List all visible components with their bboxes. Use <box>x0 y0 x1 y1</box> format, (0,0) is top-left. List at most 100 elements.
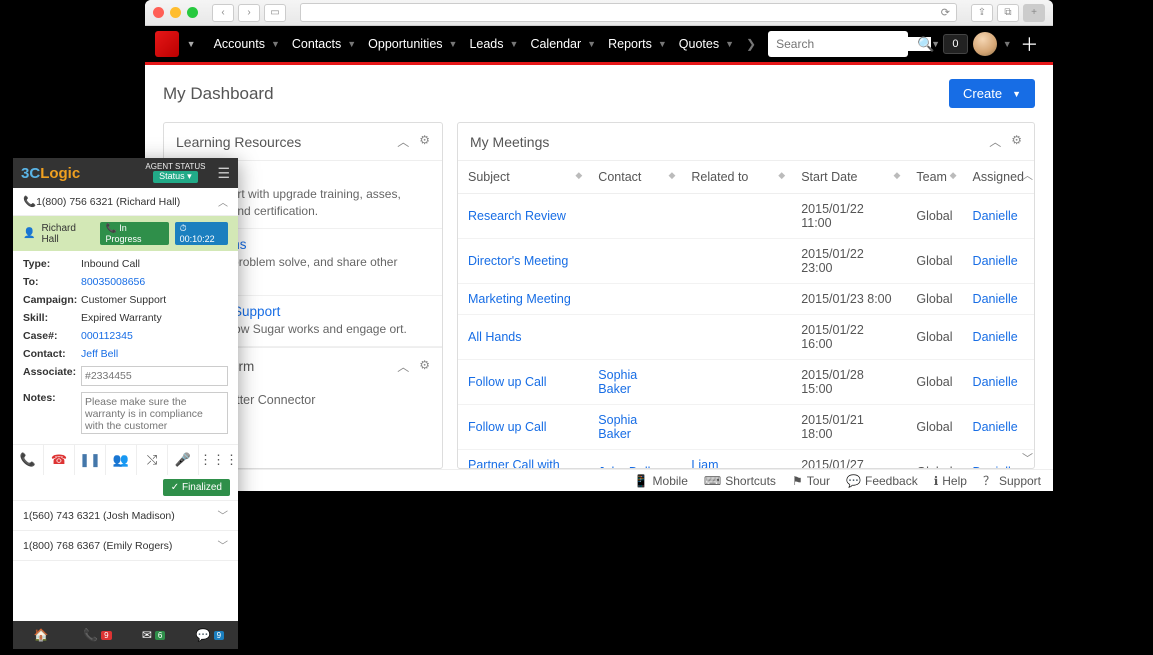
notification-count[interactable]: 0 <box>943 34 967 54</box>
subject-cell[interactable]: Follow up Call <box>458 405 588 450</box>
menu-opportunities[interactable]: Opportunities▼ <box>364 37 461 51</box>
table-row[interactable]: Follow up CallSophia Baker2015/01/28 15:… <box>458 360 1034 405</box>
table-row[interactable]: Follow up CallSophia Baker2015/01/21 18:… <box>458 405 1034 450</box>
gear-icon[interactable]: ⚙ <box>1011 133 1022 150</box>
zoom-window-icon[interactable] <box>187 7 198 18</box>
menu-quotes[interactable]: Quotes▼ <box>675 37 738 51</box>
table-row[interactable]: Partner Call with B...John DellLiam Hend… <box>458 450 1034 469</box>
menu-more[interactable]: ❯ <box>742 37 760 51</box>
logo-dropdown-icon[interactable]: ▼ <box>187 39 196 49</box>
contact-cell[interactable] <box>588 239 681 284</box>
chevron-down-icon[interactable]: ▼ <box>1003 39 1012 49</box>
field-value-link[interactable]: 80035008656 <box>81 276 228 288</box>
chat-tab[interactable]: 💬9 <box>182 628 238 642</box>
subject-cell[interactable]: All Hands <box>458 315 588 360</box>
related-cell[interactable] <box>681 239 791 284</box>
notes-textarea[interactable] <box>81 392 228 434</box>
related-cell[interactable] <box>681 360 791 405</box>
subject-cell[interactable]: Follow up Call <box>458 360 588 405</box>
table-row[interactable]: Director's Meeting2015/01/22 23:00Global… <box>458 239 1034 284</box>
scroll-down-icon[interactable]: ﹀ <box>1022 450 1032 466</box>
minimize-window-icon[interactable] <box>170 7 181 18</box>
scroll-indicator[interactable]: ︿ ﹀ <box>1022 167 1032 466</box>
active-call-header[interactable]: 📞 1(800) 756 6321 (Richard Hall) ︿ <box>13 188 238 216</box>
queued-call[interactable]: 1(560) 743 6321 (Josh Madison)﹀ <box>13 501 238 531</box>
app-logo[interactable] <box>155 31 179 57</box>
contact-cell[interactable]: Sophia Baker <box>588 360 681 405</box>
call-timer-badge: ⏱ 00:10:22 <box>175 222 228 245</box>
contact-cell[interactable] <box>588 284 681 315</box>
menu-calendar[interactable]: Calendar▼ <box>526 37 600 51</box>
menu-accounts[interactable]: Accounts▼ <box>210 37 284 51</box>
related-cell[interactable]: Liam Henderson <box>681 450 791 469</box>
contact-cell[interactable]: Sophia Baker <box>588 405 681 450</box>
contact-cell[interactable] <box>588 194 681 239</box>
back-button[interactable]: ‹ <box>212 4 234 22</box>
subject-cell[interactable]: Partner Call with B... <box>458 450 588 469</box>
mail-tab[interactable]: ✉6 <box>126 628 182 642</box>
column-header[interactable]: Contact◆ <box>588 161 681 194</box>
create-button[interactable]: Create ▼ <box>949 79 1035 108</box>
related-cell[interactable] <box>681 284 791 315</box>
scroll-up-icon[interactable]: ︿ <box>1022 167 1032 183</box>
close-window-icon[interactable] <box>153 7 164 18</box>
menu-leads[interactable]: Leads▼ <box>465 37 522 51</box>
footer-help[interactable]: ℹHelp <box>934 474 967 488</box>
footer-mobile[interactable]: 📱Mobile <box>634 474 688 488</box>
tabs-button[interactable]: ⧉ <box>997 4 1019 22</box>
user-menu[interactable] <box>972 29 999 59</box>
column-header[interactable]: Team◆ <box>906 161 962 194</box>
collapse-icon[interactable]: ︿ <box>397 133 409 150</box>
hold-button[interactable]: ❚❚ <box>75 445 106 475</box>
subject-cell[interactable]: Marketing Meeting <box>458 284 588 315</box>
reload-icon[interactable]: ⟳ <box>941 6 950 19</box>
conference-button[interactable]: 👥 <box>106 445 137 475</box>
contact-cell[interactable] <box>588 315 681 360</box>
sidebar-toggle[interactable]: ▭ <box>264 4 286 22</box>
column-header[interactable]: Start Date◆ <box>791 161 906 194</box>
column-header[interactable]: Subject◆ <box>458 161 588 194</box>
transfer-button[interactable]: ⤭ <box>137 445 168 475</box>
quick-create-icon[interactable]: ＋ <box>1016 29 1043 59</box>
url-bar[interactable]: ⟳ <box>300 3 957 22</box>
forward-button[interactable]: › <box>238 4 260 22</box>
keypad-button[interactable]: ⋮⋮⋮ <box>199 445 238 475</box>
answer-button[interactable]: 📞 <box>13 445 44 475</box>
hangup-button[interactable]: ☎ <box>44 445 75 475</box>
collapse-icon[interactable]: ︿ <box>989 133 1001 150</box>
subject-cell[interactable]: Research Review <box>458 194 588 239</box>
related-cell[interactable] <box>681 405 791 450</box>
agent-status[interactable]: AGENT STATUS Status ▾ <box>145 163 205 184</box>
queued-call[interactable]: 1(800) 768 6367 (Emily Rogers)﹀ <box>13 531 238 561</box>
table-row[interactable]: All Hands2015/01/22 16:00GlobalDanielle <box>458 315 1034 360</box>
associate-input[interactable] <box>81 366 228 386</box>
related-cell[interactable] <box>681 194 791 239</box>
search-input[interactable] <box>776 37 931 51</box>
menu-icon[interactable]: ☰ <box>217 165 230 182</box>
table-row[interactable]: Research Review2015/01/22 11:00GlobalDan… <box>458 194 1034 239</box>
mute-button[interactable]: 🎤 <box>168 445 199 475</box>
calls-tab[interactable]: 📞9 <box>69 628 125 642</box>
footer-tour[interactable]: ⚑Tour <box>792 474 830 488</box>
new-tab-button[interactable]: + <box>1023 4 1045 22</box>
menu-contacts[interactable]: Contacts▼ <box>288 37 360 51</box>
collapse-icon[interactable]: ︿ <box>397 358 409 375</box>
footer-support[interactable]: ？Support <box>983 472 1041 489</box>
search-icon[interactable]: 🔍 <box>912 29 939 59</box>
contact-cell[interactable]: John Dell <box>588 450 681 469</box>
column-header[interactable]: Related to◆ <box>681 161 791 194</box>
table-row[interactable]: Marketing Meeting2015/01/23 8:00GlobalDa… <box>458 284 1034 315</box>
footer-feedback[interactable]: 💬Feedback <box>846 474 918 488</box>
menu-reports[interactable]: Reports▼ <box>604 37 671 51</box>
gear-icon[interactable]: ⚙ <box>419 133 430 150</box>
global-search[interactable]: ▼ <box>768 31 908 57</box>
gear-icon[interactable]: ⚙ <box>419 358 430 375</box>
related-cell[interactable] <box>681 315 791 360</box>
subject-cell[interactable]: Director's Meeting <box>458 239 588 284</box>
share-button[interactable]: ⇪ <box>971 4 993 22</box>
footer-shortcuts[interactable]: ⌨Shortcuts <box>704 474 776 488</box>
field-value-link[interactable]: 000112345 <box>81 330 228 342</box>
finalized-badge[interactable]: ✓ Finalized <box>163 479 230 496</box>
field-value-link[interactable]: Jeff Bell <box>81 348 228 360</box>
home-tab[interactable]: 🏠 <box>13 628 69 642</box>
